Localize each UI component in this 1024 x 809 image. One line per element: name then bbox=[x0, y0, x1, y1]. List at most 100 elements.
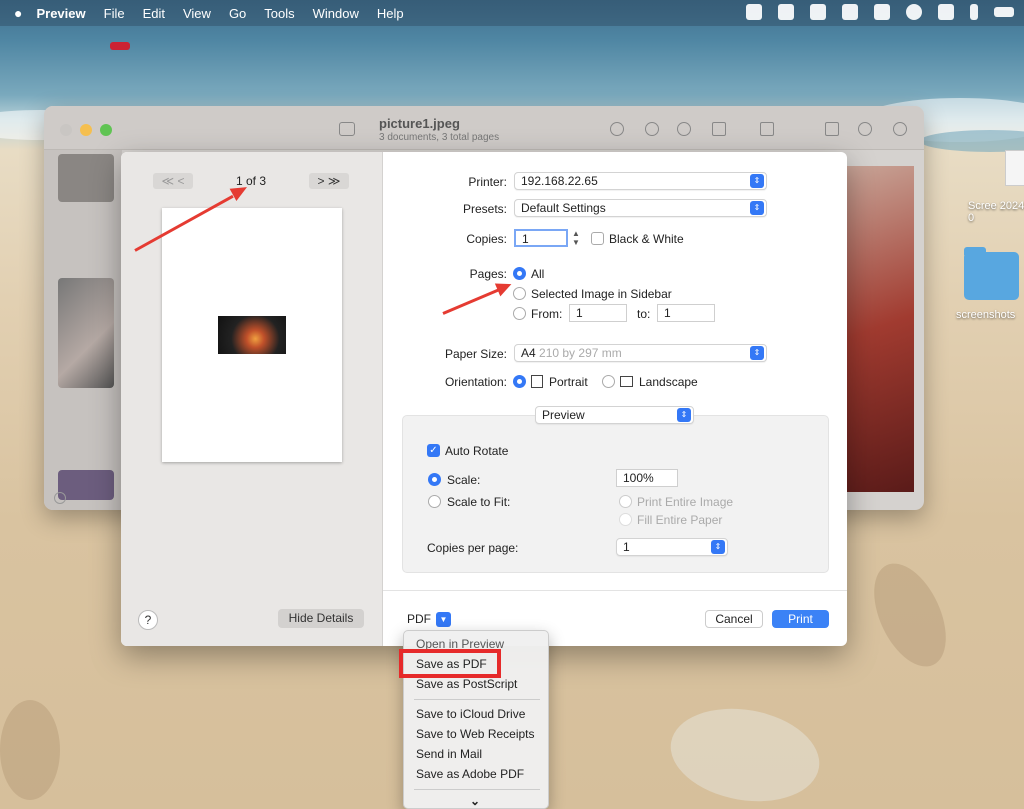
orientation-label: Orientation: bbox=[444, 375, 507, 389]
minimize-button[interactable] bbox=[80, 124, 92, 136]
paper-size-select[interactable]: A4 210 by 297 mm ⇕ bbox=[514, 344, 767, 362]
printer-value: 192.168.22.65 bbox=[521, 174, 598, 188]
pdf-menu-button[interactable]: PDF ▼ bbox=[402, 610, 454, 629]
next-last-page-button[interactable]: > ≫ bbox=[309, 173, 349, 189]
copies-field[interactable]: 1 bbox=[514, 229, 568, 247]
auto-rotate-checkbox[interactable]: ✓ bbox=[427, 444, 440, 457]
menu-file[interactable]: File bbox=[104, 6, 125, 21]
scale-radio[interactable] bbox=[428, 473, 441, 486]
scroll-down-icon[interactable]: ⌄ bbox=[470, 794, 480, 808]
zoom-button[interactable] bbox=[100, 124, 112, 136]
menu-view[interactable]: View bbox=[183, 6, 211, 21]
search-icon[interactable] bbox=[893, 122, 907, 136]
swimmer bbox=[110, 42, 130, 50]
menu-item-save-as-postscript[interactable]: Save as PostScript bbox=[416, 677, 517, 691]
cancel-button[interactable]: Cancel bbox=[705, 610, 763, 628]
first-prev-page-button[interactable]: ≪ < bbox=[153, 173, 193, 189]
printer-select[interactable]: 192.168.22.65 ⇕ bbox=[514, 172, 767, 190]
copies-label: Copies: bbox=[466, 232, 507, 246]
menu-edit[interactable]: Edit bbox=[143, 6, 165, 21]
pages-from-radio[interactable] bbox=[513, 307, 526, 320]
copies-per-page-label: Copies per page: bbox=[427, 541, 519, 555]
pages-label: Pages: bbox=[469, 267, 507, 281]
apple-icon[interactable]: ● bbox=[14, 5, 22, 21]
menu-window[interactable]: Window bbox=[313, 6, 359, 21]
landscape-radio[interactable] bbox=[602, 375, 615, 388]
status-app-icon[interactable] bbox=[746, 4, 762, 20]
menu-app-name[interactable]: Preview bbox=[36, 6, 85, 21]
pages-selected-radio[interactable] bbox=[513, 287, 526, 300]
upload-icon[interactable] bbox=[906, 4, 922, 20]
fill-entire-radio[interactable] bbox=[619, 513, 632, 526]
sidebar-thumbnail[interactable] bbox=[58, 154, 114, 202]
sidebar-thumbnail[interactable] bbox=[58, 278, 114, 388]
menu-item-save-to-web-receipts[interactable]: Save to Web Receipts bbox=[416, 727, 535, 741]
status-vpn-icon[interactable] bbox=[810, 4, 826, 20]
black-white-label: Black & White bbox=[609, 232, 684, 246]
info-icon[interactable] bbox=[610, 122, 624, 136]
chevron-updown-icon: ⇕ bbox=[711, 540, 725, 554]
page-preview bbox=[162, 208, 342, 462]
black-white-checkbox[interactable] bbox=[591, 232, 604, 245]
print-entire-label: Print Entire Image bbox=[637, 495, 734, 509]
presets-select[interactable]: Default Settings ⇕ bbox=[514, 199, 767, 217]
scale-to-fit-radio[interactable] bbox=[428, 495, 441, 508]
copies-stepper[interactable]: ▲ ▼ bbox=[571, 229, 581, 247]
pages-from-label: From: bbox=[531, 307, 563, 321]
prev-page-icon: < bbox=[177, 174, 185, 188]
folder-icon[interactable] bbox=[964, 247, 1019, 300]
menu-go[interactable]: Go bbox=[229, 6, 246, 21]
add-icon[interactable] bbox=[54, 492, 66, 504]
preview-sidebar bbox=[44, 150, 122, 510]
input-source-icon[interactable] bbox=[938, 4, 954, 20]
print-dialog: ≪ < 1 of 3 > ≫ ? Hide Details Printer: 1… bbox=[121, 152, 847, 646]
close-button[interactable] bbox=[60, 124, 72, 136]
desktop-file-icon[interactable] bbox=[1005, 150, 1024, 186]
print-preview-pane: ≪ < 1 of 3 > ≫ ? Hide Details bbox=[121, 152, 383, 646]
print-entire-radio[interactable] bbox=[619, 495, 632, 508]
bluetooth-icon[interactable] bbox=[970, 4, 978, 20]
print-button[interactable]: Print bbox=[772, 610, 829, 628]
zoom-out-icon[interactable] bbox=[645, 122, 659, 136]
hide-details-button[interactable]: Hide Details bbox=[278, 609, 364, 628]
scale-field[interactable]: 100% bbox=[616, 469, 678, 487]
menu-separator bbox=[414, 699, 540, 700]
desktop-folder-label: screenshots bbox=[956, 309, 1016, 321]
auto-rotate-label: Auto Rotate bbox=[445, 444, 509, 458]
printer-label: Printer: bbox=[468, 175, 507, 189]
window-title: picture1.jpeg bbox=[379, 116, 460, 131]
menu-item-send-in-mail[interactable]: Send in Mail bbox=[416, 747, 482, 761]
share-icon[interactable] bbox=[712, 122, 726, 136]
last-page-icon: ≫ bbox=[327, 174, 341, 188]
landscape-icon bbox=[620, 376, 633, 387]
sidebar-icon[interactable] bbox=[339, 122, 355, 136]
rotate-icon[interactable] bbox=[825, 122, 839, 136]
portrait-icon bbox=[531, 375, 543, 388]
pages-to-field[interactable]: 1 bbox=[657, 304, 715, 322]
chevron-down-icon: ▼ bbox=[436, 612, 451, 627]
battery-icon[interactable] bbox=[994, 7, 1014, 17]
pdf-label: PDF bbox=[407, 612, 431, 626]
menu-help[interactable]: Help bbox=[377, 6, 404, 21]
sidebar-thumbnail[interactable] bbox=[58, 470, 114, 500]
status-layout-icon[interactable] bbox=[778, 4, 794, 20]
zoom-in-icon[interactable] bbox=[677, 122, 691, 136]
menu-separator bbox=[414, 789, 540, 790]
pages-all-radio[interactable] bbox=[513, 267, 526, 280]
wechat-icon[interactable] bbox=[874, 4, 890, 20]
markup-icon[interactable] bbox=[760, 122, 774, 136]
menu-item-save-as-adobe-pdf[interactable]: Save as Adobe PDF bbox=[416, 767, 524, 781]
portrait-radio[interactable] bbox=[513, 375, 526, 388]
paper-size-dims: 210 by 297 mm bbox=[539, 346, 622, 360]
paper-size-label: Paper Size: bbox=[444, 347, 507, 361]
section-select[interactable]: Preview ⇕ bbox=[535, 406, 694, 424]
annotate-icon[interactable] bbox=[858, 122, 872, 136]
menu-item-save-to-icloud[interactable]: Save to iCloud Drive bbox=[416, 707, 525, 721]
copies-per-page-select[interactable]: 1 ⇕ bbox=[616, 538, 728, 556]
help-button[interactable]: ? bbox=[138, 610, 158, 630]
preview-image-thumbnail bbox=[218, 316, 286, 354]
pages-from-field[interactable]: 1 bbox=[569, 304, 627, 322]
window-subtitle: 3 documents, 3 total pages bbox=[379, 132, 500, 143]
status-grid-icon[interactable] bbox=[842, 4, 858, 20]
menu-tools[interactable]: Tools bbox=[264, 6, 294, 21]
